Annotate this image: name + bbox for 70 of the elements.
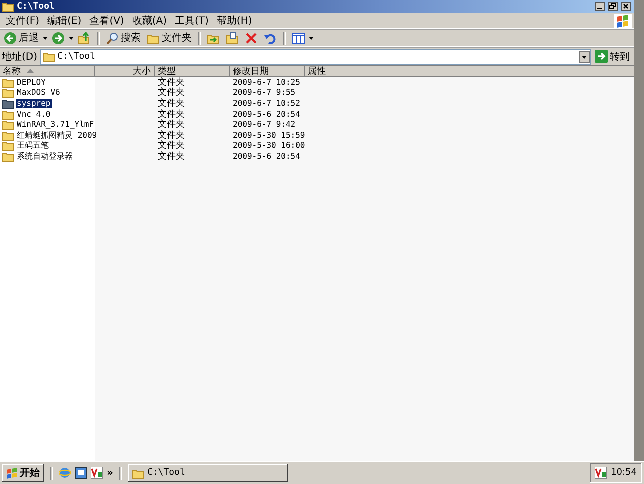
file-name[interactable]: 红蜻蜓抓图精灵 2009 (16, 130, 98, 141)
file-name[interactable]: MaxDOS V6 (16, 88, 62, 98)
folder-icon (2, 87, 14, 98)
up-folder-icon[interactable] (78, 32, 91, 44)
modified-date: 2009-6-7 9:42 (232, 120, 297, 130)
taskbar-button[interactable]: C:\Tool (128, 464, 288, 482)
file-type: 文件夹 (157, 96, 186, 110)
modified-date: 2009-5-30 15:59 (232, 130, 305, 140)
folder-icon (42, 51, 55, 62)
dropdown-arrow-icon[interactable] (69, 36, 74, 40)
folder-icon (2, 1, 14, 12)
menu-item[interactable]: 查看(V) (86, 14, 128, 28)
file-type: 文件夹 (157, 118, 186, 130)
address-field[interactable]: C:\Tool (40, 48, 591, 64)
file-type: 文件夹 (157, 150, 186, 163)
desktop-icon[interactable] (75, 467, 87, 479)
vnc-icon[interactable] (595, 467, 608, 479)
more-button[interactable]: » (107, 468, 114, 478)
file-name[interactable]: DEPLOY (16, 78, 47, 87)
restore-icon[interactable] (608, 2, 618, 11)
file-type: 文件夹 (157, 128, 186, 140)
file-type: 文件夹 (157, 108, 186, 120)
file-type: 文件夹 (157, 76, 186, 88)
file-type: 文件夹 (157, 86, 186, 98)
close-icon[interactable] (621, 2, 631, 11)
menu-item[interactable]: 收藏(A) (128, 14, 171, 28)
folder-icon (2, 140, 14, 152)
forward-icon[interactable] (52, 32, 65, 44)
folders-button[interactable]: 文件夹 (145, 30, 194, 46)
go-arrow-icon (595, 50, 608, 63)
start-button[interactable]: 开始 (2, 464, 44, 482)
modified-date: 2009-5-6 20:54 (232, 110, 302, 119)
window-title: C:\Tool (17, 2, 55, 12)
menu-item[interactable]: 文件(F) (2, 14, 44, 28)
windows-logo-icon (6, 468, 18, 478)
file-name[interactable]: sysprep (16, 98, 52, 108)
search-icon (106, 32, 119, 44)
back-icon (4, 32, 17, 44)
vnc-icon[interactable] (91, 467, 103, 479)
menu-item[interactable]: 工具(T) (171, 14, 213, 28)
file-name[interactable]: 系统自动登录器 (16, 150, 74, 162)
clock: 10:54 (611, 468, 637, 478)
file-name[interactable]: 王码五笔 (16, 140, 50, 152)
folder-icon (132, 468, 144, 478)
folder-icon (2, 119, 14, 130)
dropdown-arrow-icon[interactable] (43, 36, 48, 40)
views-icon[interactable] (292, 32, 305, 44)
minimize-icon[interactable] (595, 2, 605, 11)
folder-icon (2, 130, 14, 141)
menu-item[interactable]: 编辑(E) (44, 14, 86, 28)
menu-item[interactable]: 帮助(H) (212, 14, 256, 28)
modified-date: 2009-6-7 10:52 (232, 98, 302, 108)
search-button[interactable]: 搜索 (104, 30, 143, 46)
modified-date: 2009-5-6 20:54 (232, 152, 302, 161)
folder-icon (2, 150, 14, 162)
go-button[interactable]: 转到 (593, 49, 632, 64)
modified-date: 2009-6-7 9:55 (232, 88, 297, 98)
folder-icon (2, 98, 14, 109)
address-label: 地址(D) (2, 50, 38, 64)
file-name[interactable]: WinRAR_3.71_YlmF (16, 120, 96, 130)
undo-icon[interactable] (264, 32, 277, 44)
file-name[interactable]: Vnc 4.0 (16, 110, 52, 119)
copy-to-folder-icon[interactable] (226, 32, 239, 44)
file-type: 文件夹 (157, 140, 186, 152)
modified-date: 2009-5-30 16:00 (232, 141, 305, 150)
delete-icon[interactable] (245, 32, 258, 44)
dropdown-arrow-icon[interactable] (309, 36, 314, 40)
back-button[interactable]: 后退 (2, 30, 41, 46)
modified-date: 2009-6-7 10:25 (232, 78, 302, 87)
folder-icon (2, 108, 14, 120)
